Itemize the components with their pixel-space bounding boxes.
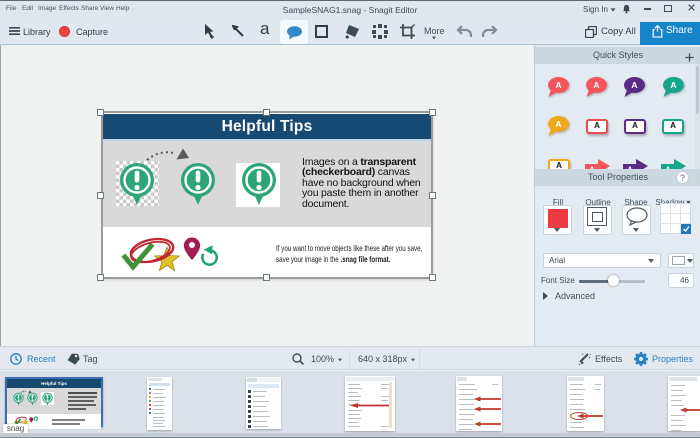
svg-text:A: A (555, 119, 561, 129)
svg-text:A: A (593, 80, 599, 90)
svg-text:A: A (631, 80, 637, 90)
svg-text:A: A (555, 80, 561, 90)
svg-text:A: A (670, 80, 676, 90)
